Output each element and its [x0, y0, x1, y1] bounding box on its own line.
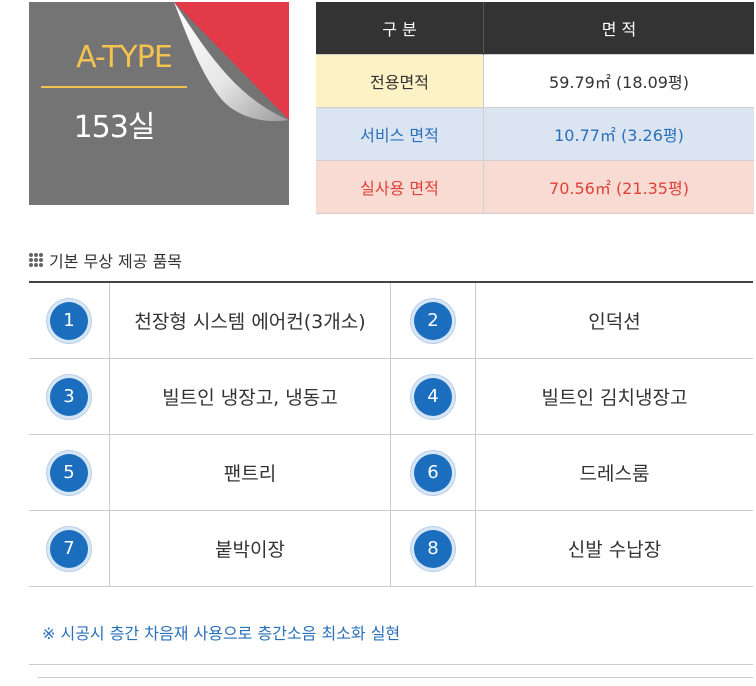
option-label: 빌트인 김치냉장고 — [541, 387, 688, 409]
options-row: 1 천장형 시스템 에어컨(3개소) 2 인덕션 — [29, 283, 753, 359]
option-number-badge: 5 — [50, 453, 88, 492]
option-number-badge: 4 — [414, 377, 452, 416]
area-row-service: 서비스 면적 10.77㎡ (3.26평) — [316, 107, 754, 161]
option-number-badge: 7 — [50, 529, 88, 568]
option-number-cell: 6 — [391, 435, 476, 510]
area-value: 59.79㎡ (18.09평) — [483, 54, 754, 108]
options-row: 5 팬트리 6 드레스룸 — [29, 435, 753, 511]
dots-grid-icon — [29, 253, 43, 267]
area-label: 실사용 면적 — [316, 160, 484, 214]
option-number-badge: 8 — [414, 529, 452, 568]
option-number-badge: 1 — [50, 301, 88, 340]
options-grid: 1 천장형 시스템 에어컨(3개소) 2 인덕션 3 빌트인 냉장고, 냉동고 … — [29, 281, 753, 587]
option-number-cell: 3 — [29, 359, 110, 434]
option-number-cell: 5 — [29, 435, 110, 510]
unit-type-badge: A-TYPE 153실 — [29, 2, 289, 205]
page-curl-icon — [174, 2, 289, 122]
area-table: 구 분 면 적 전용면적 59.79㎡ (18.09평) 서비스 면적 10.7… — [316, 2, 754, 214]
option-label: 빌트인 냉장고, 냉동고 — [110, 359, 391, 434]
option-number-badge: 3 — [50, 377, 88, 416]
area-header-category: 구 분 — [316, 2, 484, 55]
option-number-badge: 6 — [414, 453, 452, 492]
options-row: 3 빌트인 냉장고, 냉동고 4 빌트인 김치냉장고 — [29, 359, 753, 435]
footnote: ※ 시공시 층간 차음재 사용으로 층간소음 최소화 실현 — [42, 624, 401, 643]
option-label: 천장형 시스템 에어컨(3개소) — [110, 283, 391, 358]
options-section-title: 기본 무상 제공 품목 — [29, 248, 182, 272]
options-row: 7 붙박이장 8 신발 수납장 — [29, 511, 753, 587]
option-number-cell: 2 — [391, 283, 476, 358]
option-number-cell: 4 — [391, 359, 476, 434]
option-label: 붙박이장 — [110, 511, 391, 586]
option-label: 인덕션 — [588, 311, 641, 333]
area-header-area: 면 적 — [483, 2, 754, 55]
area-label: 전용면적 — [316, 54, 484, 108]
option-label: 팬트리 — [110, 435, 391, 510]
area-value: 10.77㎡ (3.26평) — [483, 107, 754, 161]
option-number-cell: 8 — [391, 511, 476, 586]
divider — [29, 664, 753, 665]
option-number-cell: 7 — [29, 511, 110, 586]
area-row-exclusive: 전용면적 59.79㎡ (18.09평) — [316, 54, 754, 108]
option-label: 신발 수납장 — [567, 539, 662, 561]
option-number-badge: 2 — [414, 301, 452, 340]
option-number-cell: 1 — [29, 283, 110, 358]
area-value: 70.56㎡ (21.35평) — [483, 160, 754, 214]
section-title-text: 기본 무상 제공 품목 — [49, 252, 183, 271]
area-label: 서비스 면적 — [316, 107, 484, 161]
option-label: 드레스룸 — [579, 463, 650, 485]
divider — [38, 677, 753, 678]
area-row-real: 실사용 면적 70.56㎡ (21.35평) — [316, 160, 754, 214]
